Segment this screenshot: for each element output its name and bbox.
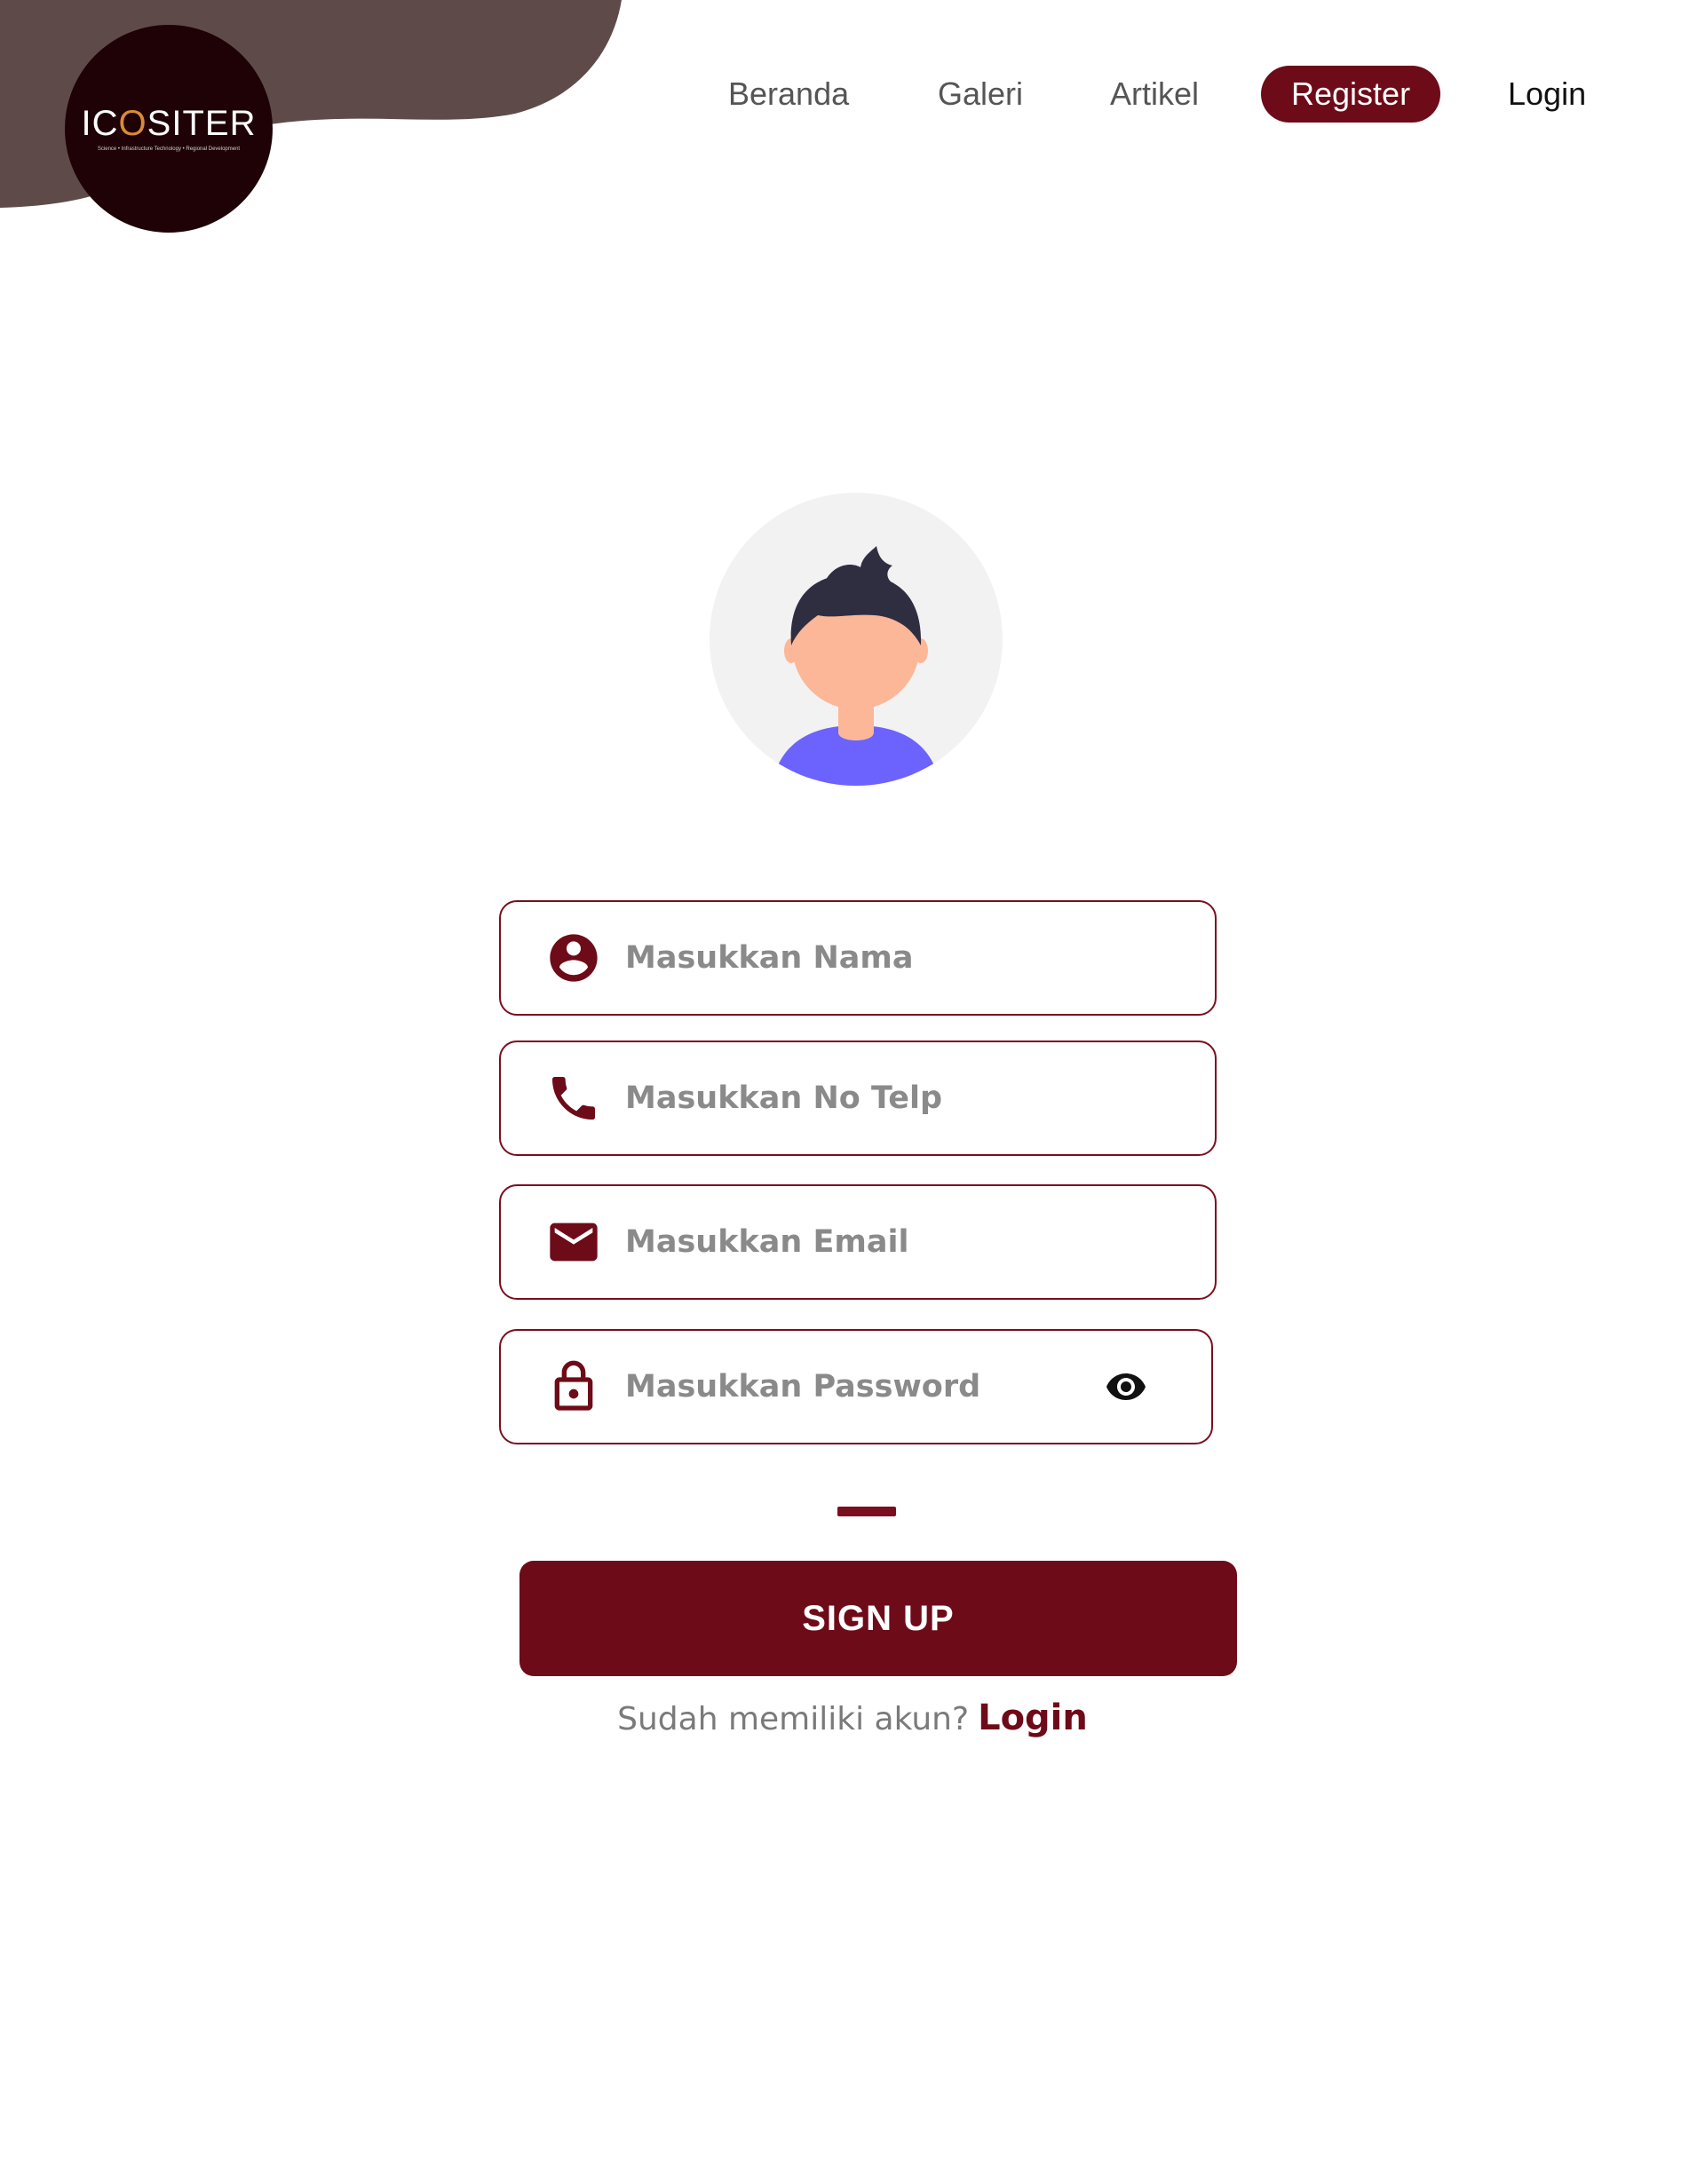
sign-up-button[interactable]: SIGN UP: [519, 1561, 1237, 1676]
nav-login[interactable]: Login: [1508, 66, 1586, 123]
lock-icon: [545, 1358, 602, 1415]
nav-beranda[interactable]: Beranda: [728, 66, 849, 123]
name-input[interactable]: [625, 902, 1122, 1014]
site-logo[interactable]: ICOSITER Science • Infrastructure Techno…: [65, 25, 273, 233]
phone-field[interactable]: [499, 1041, 1217, 1156]
password-field[interactable]: [499, 1329, 1213, 1444]
logo-tagline: Science • Infrastructure Technology • Re…: [97, 146, 241, 152]
eye-icon[interactable]: [1105, 1365, 1147, 1408]
phone-input[interactable]: [625, 1042, 1122, 1154]
name-field[interactable]: [499, 900, 1217, 1016]
nav-galeri[interactable]: Galeri: [938, 66, 1023, 123]
login-link[interactable]: Login: [978, 1697, 1088, 1738]
avatar-placeholder-icon: [710, 493, 1003, 786]
nav-register-button[interactable]: Register: [1261, 66, 1441, 123]
password-input[interactable]: [625, 1331, 1122, 1443]
login-prompt: Sudah memiliki akun? Login: [0, 1697, 1705, 1738]
top-navigation: Beranda Galeri Artikel Register Login: [0, 66, 1705, 123]
account-circle-icon: [545, 930, 602, 986]
nav-artikel[interactable]: Artikel: [1110, 66, 1199, 123]
email-input[interactable]: [625, 1186, 1122, 1298]
email-field[interactable]: [499, 1184, 1217, 1300]
login-prompt-text: Sudah memiliki akun?: [617, 1701, 970, 1737]
divider-dash: [837, 1507, 896, 1516]
mail-icon: [545, 1214, 602, 1270]
phone-icon: [545, 1070, 602, 1127]
